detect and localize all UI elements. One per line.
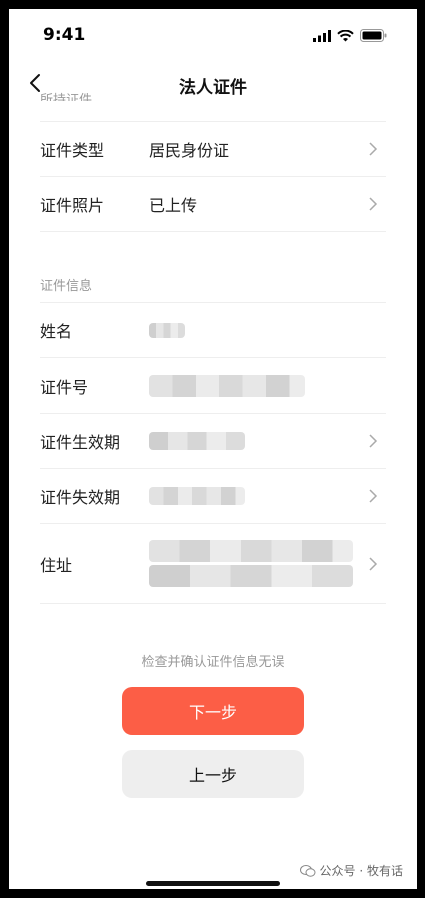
row-label: 住址 bbox=[40, 555, 73, 575]
row-value: 已上传 bbox=[149, 196, 198, 215]
next-step-button[interactable]: 下一步 bbox=[122, 687, 304, 735]
row-label: 证件照片 bbox=[40, 196, 105, 215]
wifi-icon bbox=[337, 29, 354, 41]
row-name: 姓名 bbox=[40, 302, 386, 357]
row-address[interactable]: 住址 bbox=[40, 523, 386, 603]
battery-icon bbox=[360, 29, 387, 42]
redacted-value bbox=[149, 374, 305, 397]
row-id-photo[interactable]: 证件照片 已上传 bbox=[40, 176, 386, 231]
redacted-value bbox=[149, 565, 353, 587]
signal-icon bbox=[313, 29, 331, 42]
row-valid-from[interactable]: 证件生效期 bbox=[40, 413, 386, 468]
status-icons bbox=[313, 29, 387, 42]
chevron-right-icon bbox=[369, 142, 378, 156]
redacted-value bbox=[149, 540, 353, 562]
wechat-icon bbox=[299, 864, 316, 877]
redacted-value bbox=[149, 322, 185, 338]
row-label: 证件类型 bbox=[40, 141, 105, 160]
divider bbox=[40, 603, 386, 604]
confirm-hint: 检查并确认证件信息无误 bbox=[141, 655, 285, 670]
row-label: 证件生效期 bbox=[40, 433, 121, 452]
redacted-value bbox=[149, 487, 245, 505]
row-label: 证件号 bbox=[40, 377, 89, 397]
chevron-right-icon bbox=[369, 556, 378, 571]
section-label-held-docs: 所持证件 bbox=[40, 93, 93, 101]
row-id-type[interactable]: 证件类型 居民身份证 bbox=[40, 121, 386, 176]
home-indicator bbox=[146, 881, 280, 886]
watermark-text: 公众号 · 牧有话 bbox=[319, 864, 403, 878]
status-time: 9:41 bbox=[43, 25, 86, 45]
chevron-right-icon bbox=[369, 434, 378, 448]
redacted-value bbox=[149, 432, 245, 450]
phone-screen: 9:41 法人证件 所持证件 证件类型 居民身份证 证件照片 已上传 证件信息 … bbox=[9, 9, 417, 889]
row-value: 居民身份证 bbox=[149, 141, 230, 160]
prev-step-button[interactable]: 上一步 bbox=[122, 750, 304, 798]
row-id-number: 证件号 bbox=[40, 357, 386, 413]
divider bbox=[40, 231, 386, 232]
chevron-right-icon bbox=[369, 197, 378, 211]
row-valid-to[interactable]: 证件失效期 bbox=[40, 468, 386, 523]
watermark: 公众号 · 牧有话 bbox=[299, 862, 403, 879]
chevron-right-icon bbox=[369, 489, 378, 503]
section-label-info: 证件信息 bbox=[40, 279, 93, 294]
status-bar: 9:41 bbox=[9, 9, 417, 61]
row-label: 姓名 bbox=[40, 322, 73, 341]
row-label: 证件失效期 bbox=[40, 488, 121, 507]
